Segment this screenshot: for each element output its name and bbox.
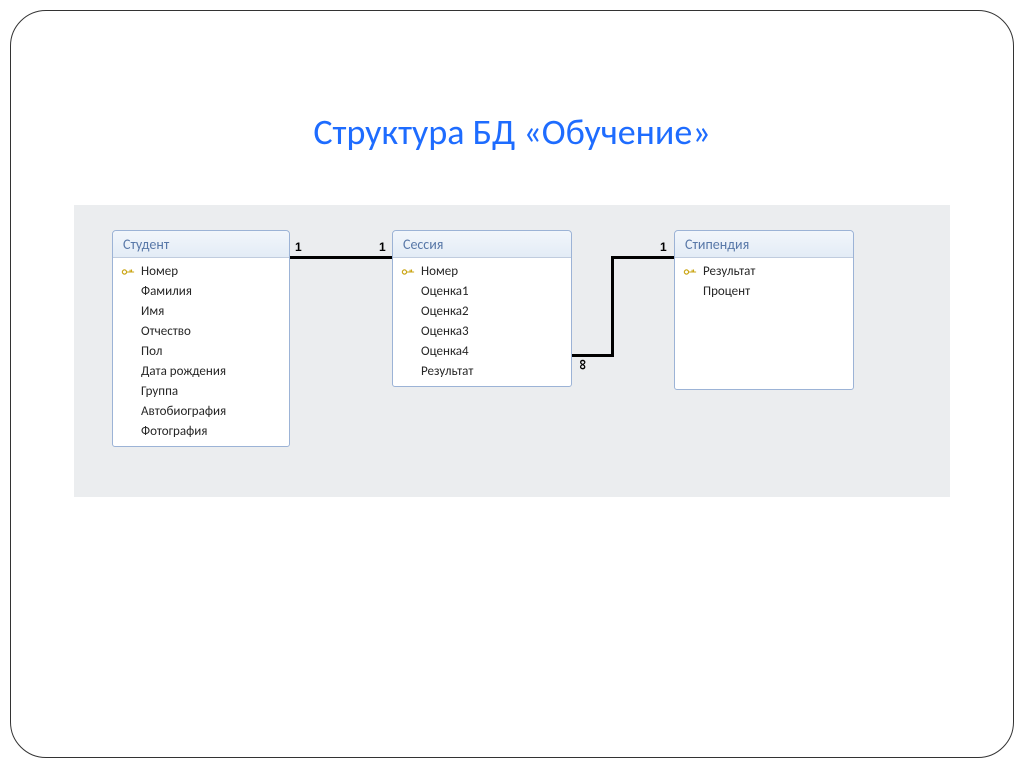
table-header: Сессия — [393, 231, 571, 258]
field-row[interactable]: Номер — [393, 262, 571, 282]
relation-session-scholarship-seg3 — [611, 256, 674, 259]
field-name: Группа — [141, 383, 178, 401]
key-slot-empty — [683, 285, 697, 299]
field-row[interactable]: Автобиография — [113, 402, 289, 422]
primary-key-icon — [121, 265, 135, 279]
field-row[interactable]: Отчество — [113, 322, 289, 342]
field-row[interactable]: Результат — [675, 262, 853, 282]
key-slot-empty — [121, 405, 135, 419]
field-name: Оценка4 — [421, 343, 469, 361]
key-slot-empty — [401, 285, 415, 299]
key-slot-empty — [401, 325, 415, 339]
primary-key-icon — [401, 265, 415, 279]
field-row[interactable]: Оценка4 — [393, 342, 571, 362]
field-name: Результат — [703, 263, 755, 281]
field-name: Оценка1 — [421, 283, 469, 301]
field-row[interactable]: Процент — [675, 282, 853, 302]
relation-session-scholarship-seg2 — [611, 256, 614, 357]
relation-session-scholarship-seg1 — [572, 354, 614, 357]
field-name: Фотография — [141, 423, 207, 441]
field-name: Фамилия — [141, 283, 192, 301]
field-name: Процент — [703, 283, 750, 301]
field-row[interactable]: Оценка2 — [393, 302, 571, 322]
key-slot-empty — [121, 345, 135, 359]
key-icon — [120, 264, 137, 281]
key-slot-empty — [401, 345, 415, 359]
table-fields: Результат Процент — [675, 258, 853, 386]
key-slot-empty — [401, 305, 415, 319]
field-row[interactable]: Фотография — [113, 422, 289, 442]
key-slot-empty — [121, 325, 135, 339]
relation-label-left: 1 — [295, 240, 302, 254]
key-slot-empty — [121, 385, 135, 399]
field-name: Оценка3 — [421, 323, 469, 341]
field-row[interactable]: Результат — [393, 362, 571, 382]
key-slot-empty — [121, 285, 135, 299]
key-slot-empty — [401, 365, 415, 379]
field-name: Оценка2 — [421, 303, 469, 321]
relation-label-one: 1 — [660, 240, 667, 254]
key-slot-empty — [121, 425, 135, 439]
field-name: Номер — [421, 263, 458, 281]
key-icon — [682, 264, 699, 281]
field-name: Автобиография — [141, 403, 226, 421]
key-icon — [400, 264, 417, 281]
table-scholarship[interactable]: Стипендия Результат Процент — [674, 230, 854, 390]
field-row[interactable]: Дата рождения — [113, 362, 289, 382]
field-row[interactable]: Пол — [113, 342, 289, 362]
diagram-canvas: 1 1 ∞ 1 Студент Номер Фамилия Имя Отчество П… — [74, 205, 950, 497]
field-row[interactable]: Оценка1 — [393, 282, 571, 302]
table-fields: Номер Оценка1 Оценка2 Оценка3 Оценка4 Результ… — [393, 258, 571, 386]
table-student[interactable]: Студент Номер Фамилия Имя Отчество Пол Дата р… — [112, 230, 290, 447]
relation-label-inf: ∞ — [574, 359, 591, 370]
field-name: Отчество — [141, 323, 191, 341]
primary-key-icon — [683, 265, 697, 279]
field-row[interactable]: Группа — [113, 382, 289, 402]
page-title: Структура БД «Обучение» — [0, 110, 1024, 154]
field-row[interactable]: Имя — [113, 302, 289, 322]
table-header: Студент — [113, 231, 289, 258]
field-name: Пол — [141, 343, 162, 361]
field-name: Результат — [421, 363, 473, 381]
field-row[interactable]: Оценка3 — [393, 322, 571, 342]
key-slot-empty — [121, 365, 135, 379]
field-row[interactable]: Номер — [113, 262, 289, 282]
key-slot-empty — [121, 305, 135, 319]
field-name: Номер — [141, 263, 178, 281]
field-name: Имя — [141, 303, 164, 321]
field-row[interactable]: Фамилия — [113, 282, 289, 302]
table-header: Стипендия — [675, 231, 853, 258]
table-fields: Номер Фамилия Имя Отчество Пол Дата рождения Г… — [113, 258, 289, 446]
relation-student-session — [289, 256, 392, 259]
table-session[interactable]: Сессия Номер Оценка1 Оценка2 Оценка3 Оценка4… — [392, 230, 572, 387]
relation-label-right: 1 — [379, 240, 386, 254]
field-name: Дата рождения — [141, 363, 226, 381]
